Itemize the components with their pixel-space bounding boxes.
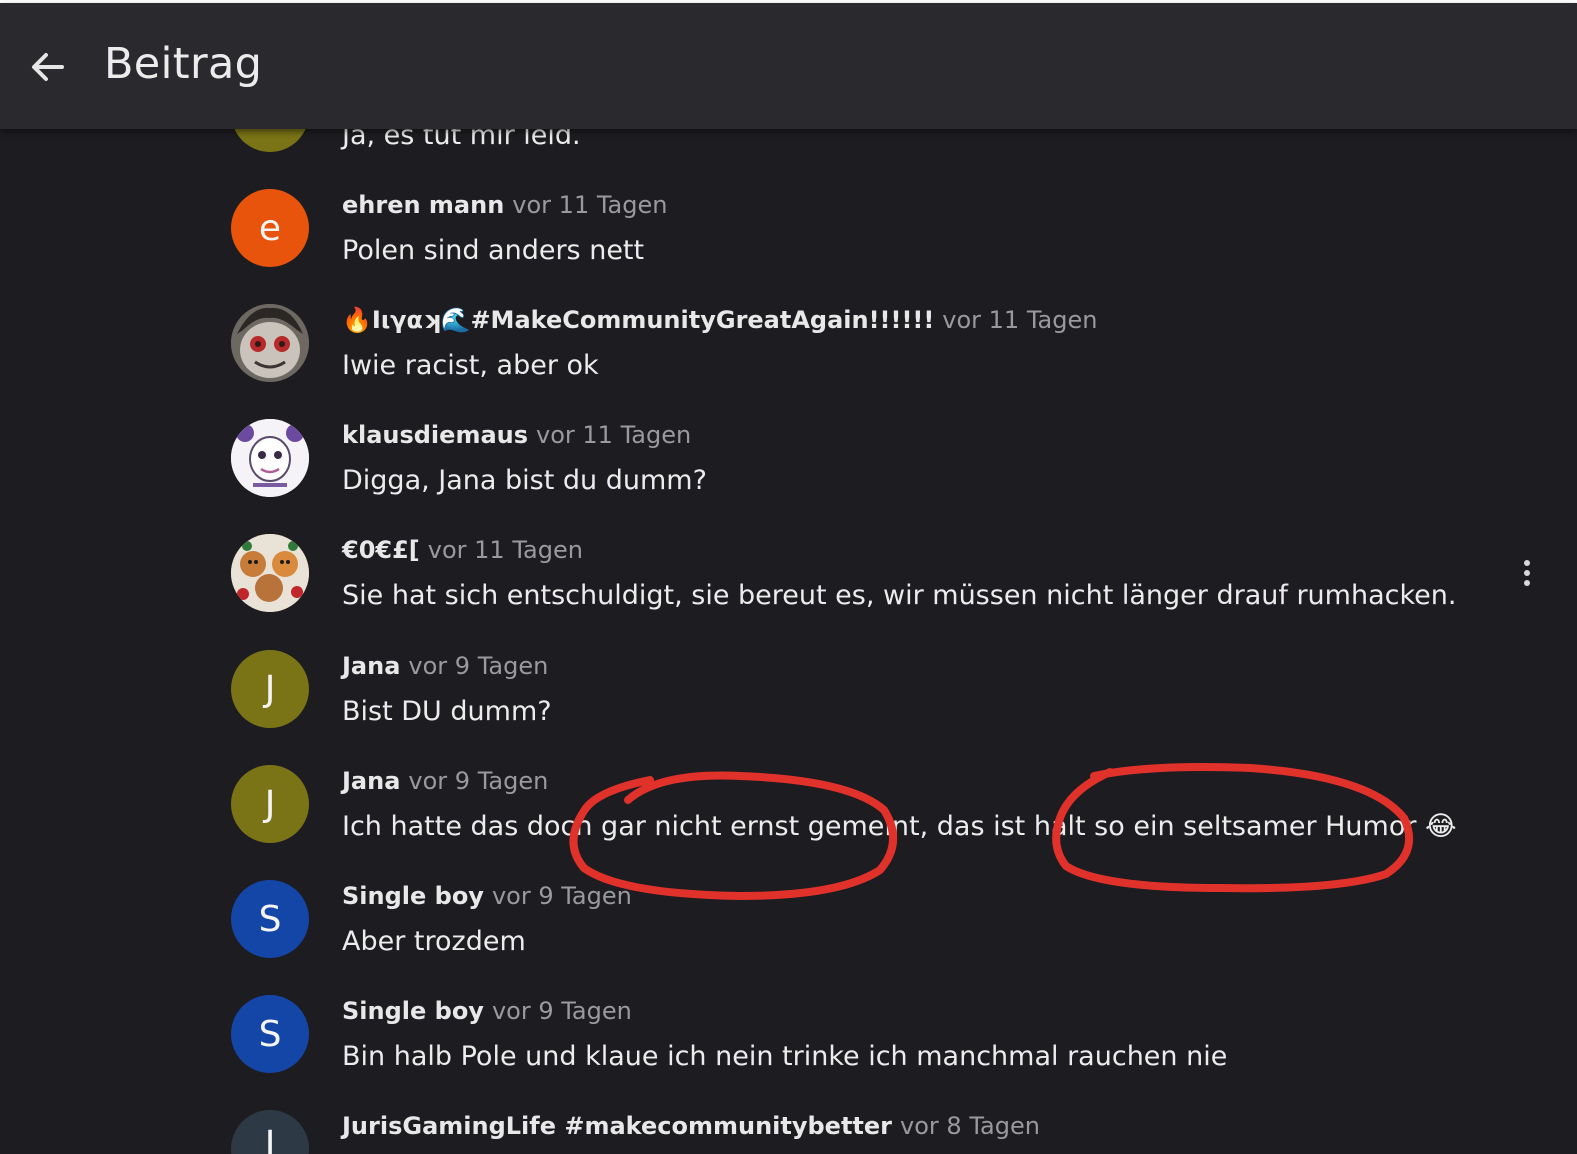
comment-time: vor 8 Tagen <box>900 1112 1040 1140</box>
comment-text: Bin halb Pole und klaue ich nein trinke … <box>342 1041 1228 1072</box>
avatar[interactable]: S <box>231 995 309 1073</box>
page-title: Beitrag <box>104 39 263 89</box>
comment-text: Digga, Jana bist du dumm? <box>342 465 707 496</box>
comment-text: Sie hat sich entschuldigt, sie bereut es… <box>342 580 1457 611</box>
comment-time: vor 11 Tagen <box>427 536 583 564</box>
app-header: Beitrag <box>0 3 1577 129</box>
comment-author[interactable]: €0€£[ <box>342 536 420 564</box>
comment-time: vor 9 Tagen <box>408 652 549 680</box>
comment-meta: 🔥Iιγαʞ🌊#MakeCommunityGreatAgain!!!!!! vor… <box>342 306 1097 334</box>
comment-meta: Jana vor 9 Tagen <box>342 652 548 680</box>
comment-meta: Jana vor 9 Tagen <box>342 767 548 795</box>
avatar[interactable] <box>231 419 309 497</box>
comment-author[interactable]: 🔥Iιγαʞ🌊#MakeCommunityGreatAgain!!!!!! <box>342 306 934 334</box>
avatar-image <box>231 304 309 382</box>
comment-author[interactable]: Jana <box>342 767 400 795</box>
avatar-letter: e <box>258 207 282 249</box>
comment-time: vor 11 Tagen <box>512 191 668 219</box>
avatar[interactable] <box>231 304 309 382</box>
comment-meta: klausdiemaus vor 11 Tagen <box>342 421 691 449</box>
comment-meta: Single boy vor 9 Tagen <box>342 997 632 1025</box>
comment-time: vor 9 Tagen <box>408 767 549 795</box>
comment-text: Ich hatte das doch gar nicht ernst gemei… <box>342 811 1457 842</box>
comment-time: vor 11 Tagen <box>942 306 1098 334</box>
comment-item: klausdiemaus vor 11 Tagen Digga, Jana bis… <box>0 419 1577 534</box>
comment-item: J Jana vor 9 Tagen Bist DU dumm? <box>0 650 1577 765</box>
avatar-image <box>231 534 309 612</box>
comment-author[interactable]: klausdiemaus <box>342 421 528 449</box>
comment-item: J JurisGamingLife #makecommunitybetter vo… <box>0 1110 1577 1154</box>
comment-meta: €0€£[vor 11 Tagen <box>342 536 583 564</box>
avatar-letter: J <box>264 668 276 710</box>
comment-time: vor 9 Tagen <box>491 997 632 1025</box>
comment-author[interactable]: Jana <box>342 652 400 680</box>
comment-text: Iwie racist, aber ok <box>342 350 599 381</box>
avatar-letter: S <box>258 898 282 940</box>
avatar[interactable]: J <box>231 1110 309 1154</box>
avatar-letter: J <box>264 783 276 825</box>
avatar[interactable]: e <box>231 189 309 267</box>
comment-item: S Single boy vor 9 Tagen Aber trozdem <box>0 880 1577 995</box>
comment-item: €0€£[vor 11 Tagen Sie hat sich entschuld… <box>0 534 1577 649</box>
comment-item: e ehren mann vor 11 Tagen Polen sind ande… <box>0 189 1577 304</box>
avatar-letter: J <box>264 1124 276 1154</box>
comment-item: J Jana vor 9 Tagen Ich hatte das doch gar… <box>0 765 1577 880</box>
more-vertical-icon <box>1524 560 1530 586</box>
comment-text: Aber trozdem <box>342 926 526 957</box>
comment-text: Polen sind anders nett <box>342 235 645 266</box>
comment-feed: Ja, es tut mir leid. e ehren mann vor 11 … <box>0 0 1577 1154</box>
comment-item: S Single boy vor 9 Tagen Bin halb Pole un… <box>0 995 1577 1110</box>
comment-author[interactable]: JurisGamingLife #makecommunitybetter <box>342 1112 892 1140</box>
comment-time: vor 11 Tagen <box>536 421 692 449</box>
comment-time: vor 9 Tagen <box>491 882 632 910</box>
comment-author[interactable]: Single boy <box>342 997 484 1025</box>
comment-author[interactable]: ehren mann <box>342 191 504 219</box>
comment-item: 🔥Iιγαʞ🌊#MakeCommunityGreatAgain!!!!!! vor… <box>0 304 1577 419</box>
avatar[interactable]: J <box>231 650 309 728</box>
avatar[interactable] <box>231 534 309 612</box>
comment-author[interactable]: Single boy <box>342 882 484 910</box>
comment-meta: Single boy vor 9 Tagen <box>342 882 632 910</box>
comment-text: Bist DU dumm? <box>342 696 552 727</box>
comment-meta: ehren mann vor 11 Tagen <box>342 191 667 219</box>
avatar[interactable]: S <box>231 880 309 958</box>
comment-meta: JurisGamingLife #makecommunitybetter vor … <box>342 1112 1040 1140</box>
avatar-letter: S <box>258 1013 282 1055</box>
more-options-button[interactable] <box>1515 556 1539 590</box>
avatar-image <box>231 419 309 497</box>
back-button[interactable] <box>26 45 70 89</box>
arrow-left-icon <box>32 53 64 81</box>
avatar[interactable]: J <box>231 765 309 843</box>
